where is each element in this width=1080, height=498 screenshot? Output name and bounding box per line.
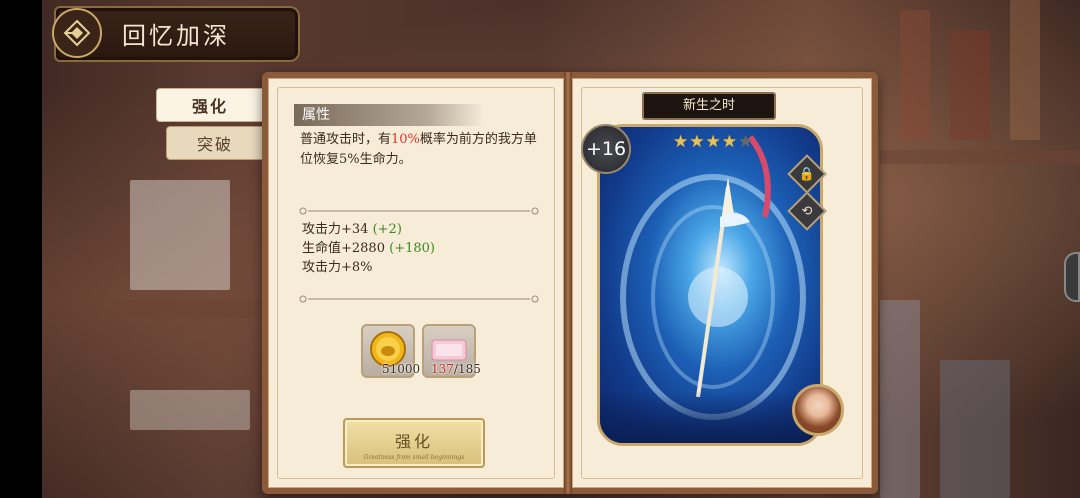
lock-icon: 🔒 bbox=[798, 166, 816, 182]
star-empty-icon: ★ bbox=[738, 132, 754, 152]
card-name: 新生之时 bbox=[642, 92, 776, 120]
star-icon: ★ bbox=[673, 132, 689, 152]
star-icon: ★ bbox=[721, 132, 737, 152]
material-gold-count: 51000 bbox=[382, 362, 421, 376]
enhance-button[interactable]: 强化 Greatness from small beginnings bbox=[343, 418, 485, 468]
background-book bbox=[130, 180, 230, 290]
character-avatar[interactable] bbox=[792, 384, 844, 436]
stats-list: 攻击力+34 (+2) 生命值+2880 (+180) 攻击力+8% bbox=[302, 220, 435, 277]
skill-description: 普通攻击时，有10%概率为前方的我方单位恢复5%生命力。 bbox=[300, 132, 537, 167]
background-book bbox=[130, 390, 250, 430]
enhance-button-subtitle: Greatness from small beginnings bbox=[363, 454, 465, 461]
enhance-button-label: 强化 bbox=[394, 432, 433, 451]
card-level-badge: +16 bbox=[581, 124, 631, 174]
card-star-rating: ★ ★ ★ ★ ★ bbox=[673, 134, 753, 151]
star-icon: ★ bbox=[689, 132, 705, 152]
stat-hp: 生命值+2880 (+180) bbox=[302, 241, 435, 256]
ornamental-divider bbox=[299, 295, 539, 303]
star-icon: ★ bbox=[705, 132, 721, 152]
attributes-header: 属性 bbox=[294, 104, 484, 126]
left-screen-edge bbox=[0, 0, 42, 498]
background-shelf bbox=[880, 150, 1080, 164]
chance-highlight: 10% bbox=[391, 132, 420, 147]
stat-attack-percent: 攻击力+8% bbox=[302, 260, 373, 275]
background-book bbox=[900, 10, 930, 140]
material-ticket-count: 137/185 bbox=[431, 362, 481, 376]
side-pull-tab[interactable] bbox=[1064, 252, 1080, 302]
background-book bbox=[940, 360, 1010, 498]
tab-breakthrough[interactable]: 突破 bbox=[166, 126, 264, 160]
back-diamond-icon bbox=[63, 19, 91, 47]
back-button[interactable] bbox=[52, 8, 102, 58]
book-spine bbox=[564, 72, 572, 494]
page-title: 回忆加深 bbox=[122, 22, 230, 50]
background-book bbox=[880, 300, 920, 498]
tab-enhance[interactable]: 强化 bbox=[156, 88, 264, 122]
background-book bbox=[950, 30, 990, 140]
swap-icon: ⟲ bbox=[801, 203, 813, 219]
stat-attack: 攻击力+34 (+2) bbox=[302, 222, 402, 237]
ornamental-divider bbox=[299, 207, 539, 215]
background-shelf bbox=[110, 300, 260, 318]
background-book bbox=[1010, 0, 1040, 140]
